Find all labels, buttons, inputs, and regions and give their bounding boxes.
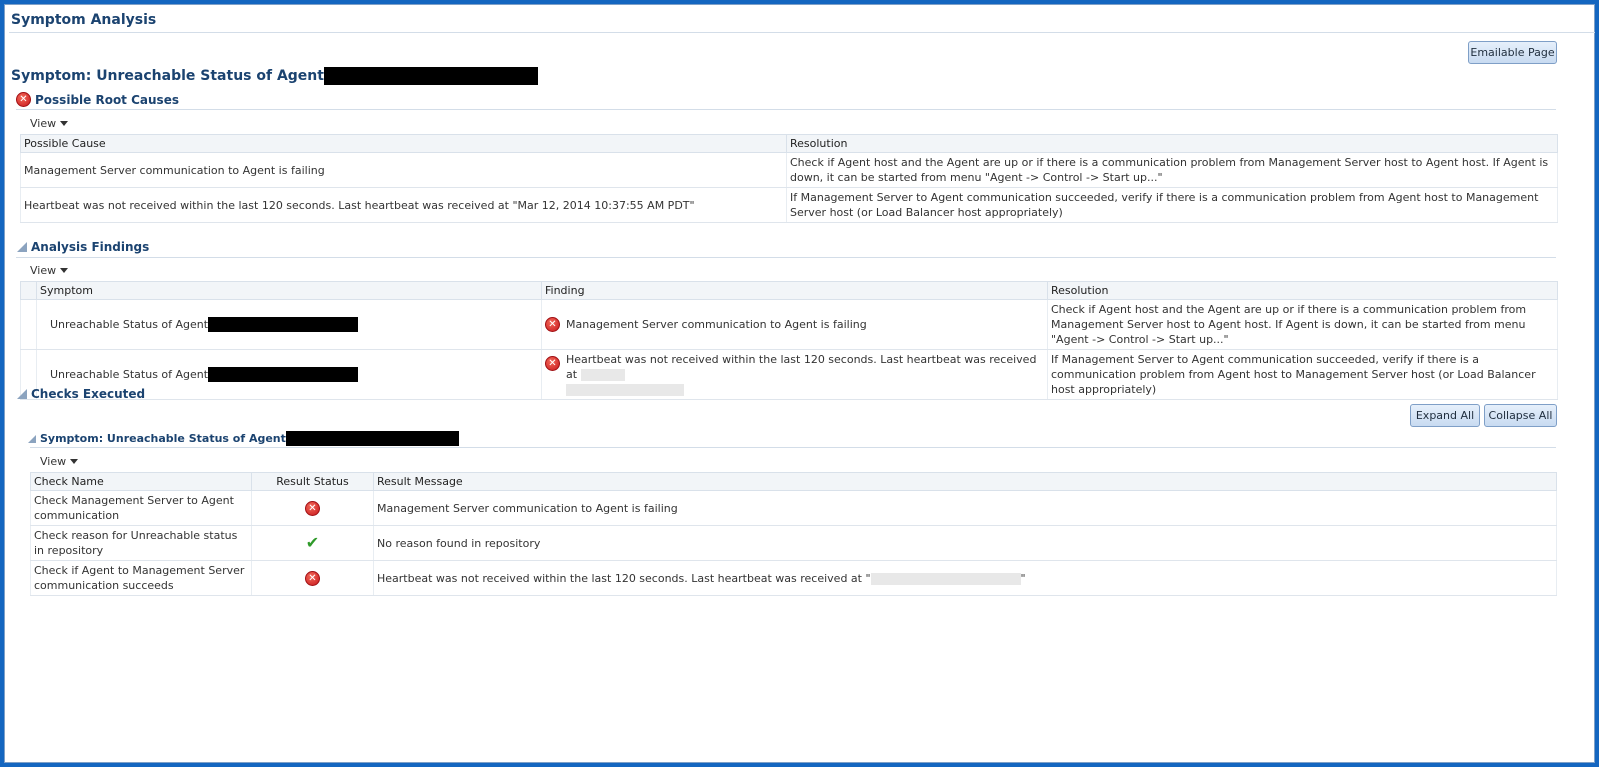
result-message-cell: Heartbeat was not received within the la…: [373, 560, 1557, 596]
analysis-table: Symptom Finding Resolution Unreachable S…: [20, 281, 1558, 400]
collapse-triangle-icon[interactable]: [17, 242, 27, 252]
column-header-result-status[interactable]: Result Status: [251, 472, 374, 491]
table-row[interactable]: Unreachable Status of Agent ✕ Management…: [20, 299, 1558, 350]
section-divider: [16, 257, 1556, 258]
cause-cell: Management Server communication to Agent…: [20, 152, 787, 188]
resolution-cell: If Management Server to Agent communicat…: [1047, 349, 1558, 400]
root-causes-table: Possible Cause Resolution Management Ser…: [20, 134, 1558, 223]
table-row[interactable]: Heartbeat was not received within the la…: [20, 187, 1558, 223]
root-causes-view-menu[interactable]: View: [30, 117, 69, 130]
symptom-title-text: Symptom: Unreachable Status of Agent: [11, 68, 324, 84]
resolution-cell: If Management Server to Agent communicat…: [786, 187, 1558, 223]
result-status-cell: ✕: [251, 490, 374, 526]
redacted-agent-name: [208, 367, 359, 383]
column-header-resolution[interactable]: Resolution: [1047, 281, 1558, 300]
column-header-check-name[interactable]: Check Name: [30, 472, 252, 491]
view-label: View: [30, 117, 57, 130]
analysis-findings-title: Analysis Findings: [31, 240, 150, 254]
finding-text: Heartbeat was not received within the la…: [566, 353, 1037, 381]
column-header-result-message[interactable]: Result Message: [373, 472, 1557, 491]
check-name-cell: Check Management Server to Agent communi…: [30, 490, 252, 526]
column-header-finding[interactable]: Finding: [541, 281, 1048, 300]
section-divider: [16, 109, 1556, 110]
analysis-view-menu[interactable]: View: [30, 264, 69, 277]
obscured-timestamp: [580, 369, 625, 381]
result-status-cell: ✔: [251, 525, 374, 561]
collapse-triangle-icon[interactable]: [28, 434, 36, 443]
analysis-findings-header[interactable]: Analysis Findings: [17, 240, 149, 254]
result-message-cell: No reason found in repository: [373, 525, 1557, 561]
column-header-symptom[interactable]: Symptom: [36, 281, 542, 300]
cause-cell: Heartbeat was not received within the la…: [20, 187, 787, 223]
finding-text: Management Server communication to Agent…: [566, 318, 867, 331]
resolution-cell: Check if Agent host and the Agent are up…: [786, 152, 1558, 188]
checks-view-menu[interactable]: View: [40, 455, 79, 468]
main-frame: Symptom Analysis Emailable Page Symptom:…: [4, 4, 1595, 763]
root-causes-header[interactable]: ✕ Possible Root Causes: [16, 92, 179, 107]
resolution-cell: Check if Agent host and the Agent are up…: [1047, 299, 1558, 350]
checks-symptom-header[interactable]: Symptom: Unreachable Status of Agent: [28, 431, 459, 446]
finding-text-wrap: Heartbeat was not received within the la…: [566, 352, 1044, 397]
emailable-page-button[interactable]: Emailable Page: [1468, 41, 1557, 64]
checkmark-icon: ✔: [305, 532, 320, 552]
error-icon: ✕: [305, 571, 320, 587]
table-row[interactable]: Check Management Server to Agent communi…: [30, 490, 1557, 526]
result-message-text: Heartbeat was not received within the la…: [377, 571, 871, 585]
title-divider: [9, 32, 1595, 33]
symptom-title: Symptom: Unreachable Status of Agent: [11, 67, 538, 85]
checks-executed-title: Checks Executed: [31, 387, 146, 401]
result-message-cell: Management Server communication to Agent…: [373, 490, 1557, 526]
redacted-agent-name: [323, 67, 538, 85]
check-name-cell: Check if Agent to Management Server comm…: [30, 560, 252, 596]
obscured-timestamp: [566, 384, 684, 396]
error-icon: ✕: [16, 92, 31, 107]
finding-cell: ✕ Heartbeat was not received within the …: [541, 349, 1048, 400]
column-header-resolution[interactable]: Resolution: [786, 134, 1558, 153]
checks-executed-header[interactable]: Checks Executed: [17, 387, 145, 401]
expand-all-button[interactable]: Expand All: [1410, 404, 1480, 427]
redacted-agent-name: [285, 431, 459, 446]
check-name-cell: Check reason for Unreachable status in r…: [30, 525, 252, 561]
symptom-text: Unreachable Status of Agent: [50, 317, 209, 331]
result-status-cell: ✕: [251, 560, 374, 596]
table-row[interactable]: Unreachable Status of Agent ✕ Heartbeat …: [20, 349, 1558, 400]
column-header-possible-cause[interactable]: Possible Cause: [20, 134, 787, 153]
obscured-timestamp: [870, 572, 1021, 585]
error-icon: ✕: [545, 317, 560, 332]
table-row[interactable]: Check if Agent to Management Server comm…: [30, 560, 1557, 596]
redacted-agent-name: [208, 317, 359, 333]
row-header-spacer: [20, 281, 37, 300]
result-message-suffix: ": [1020, 571, 1026, 585]
row-spacer: [20, 299, 37, 350]
finding-cell: ✕ Management Server communication to Age…: [541, 299, 1048, 350]
collapse-all-button[interactable]: Collapse All: [1484, 404, 1557, 427]
checks-symptom-title: Symptom: Unreachable Status of Agent: [40, 432, 286, 445]
chevron-down-icon: [60, 121, 69, 126]
symptom-cell: Unreachable Status of Agent: [36, 299, 542, 350]
error-icon: ✕: [305, 501, 320, 517]
root-causes-title: Possible Root Causes: [35, 92, 179, 107]
table-row[interactable]: Management Server communication to Agent…: [20, 152, 1558, 188]
chevron-down-icon: [60, 268, 69, 273]
chevron-down-icon: [70, 459, 79, 464]
view-label: View: [30, 264, 57, 277]
table-row[interactable]: Check reason for Unreachable status in r…: [30, 525, 1557, 561]
section-divider: [30, 447, 1556, 448]
collapse-triangle-icon[interactable]: [17, 389, 27, 399]
view-label: View: [40, 455, 67, 468]
page-title: Symptom Analysis: [11, 12, 157, 28]
symptom-text: Unreachable Status of Agent: [50, 367, 209, 381]
checks-table: Check Name Result Status Result Message …: [30, 472, 1557, 596]
error-icon: ✕: [545, 356, 560, 371]
